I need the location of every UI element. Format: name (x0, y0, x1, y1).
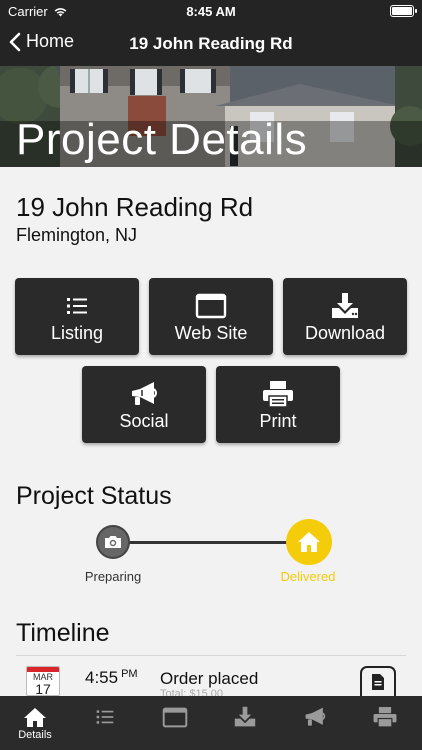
back-label: Home (26, 31, 75, 51)
tab-download[interactable] (210, 696, 280, 750)
listing-label: Listing (50, 323, 104, 343)
back-button[interactable]: Home (8, 31, 74, 52)
project-status-title: Project Status (16, 482, 172, 510)
hero-banner: Project Details (0, 66, 422, 167)
social-button[interactable]: Social (82, 366, 206, 443)
printer-icon (373, 707, 397, 728)
calendar-day: 17 (35, 681, 51, 696)
list-icon (67, 298, 87, 314)
divider (16, 655, 406, 656)
camera-icon (105, 536, 121, 548)
printer-icon (263, 381, 293, 408)
home-icon (24, 707, 46, 727)
step-label-delivered: Delivered (280, 569, 336, 584)
download-button[interactable]: Download (283, 278, 407, 355)
hero-title: Project Details (16, 115, 308, 164)
print-label: Print (259, 411, 297, 431)
tab-bar: Details (0, 696, 422, 750)
download-label: Download (304, 323, 386, 343)
listing-button[interactable]: Listing (15, 278, 139, 355)
status-bar: Carrier 8:45 AM (0, 0, 422, 22)
property-address: 19 John Reading Rd (16, 192, 254, 222)
download-icon (332, 293, 358, 318)
tab-details-label: Details (18, 729, 52, 741)
website-button[interactable]: Web Site (149, 278, 273, 355)
tab-details[interactable]: Details (0, 696, 70, 750)
status-tracker: Preparing Delivered (0, 510, 422, 590)
megaphone-icon (132, 382, 157, 405)
home-icon (298, 532, 320, 552)
timeline-title: Timeline (16, 619, 110, 647)
tab-listing[interactable] (70, 696, 140, 750)
timeline-time: 4:55 PM (85, 668, 138, 688)
social-label: Social (119, 411, 169, 431)
timeline-ampm: PM (121, 668, 138, 680)
step-label-preparing: Preparing (84, 569, 142, 584)
tab-website[interactable] (140, 696, 210, 750)
timeline-clock: 4:55 (85, 668, 119, 687)
battery-level (392, 7, 412, 15)
navigation-bar: Home 19 John Reading Rd (0, 22, 422, 66)
calendar-icon: MAR 17 (26, 666, 60, 696)
status-connector (113, 541, 309, 544)
property-city: Flemington, NJ (16, 225, 138, 245)
download-icon (234, 706, 256, 727)
website-label: Web Site (174, 323, 248, 343)
chevron-left-icon (9, 32, 21, 51)
list-icon (96, 710, 114, 724)
browser-icon (195, 293, 227, 319)
invoice-icon (372, 674, 384, 690)
status-step-preparing (96, 525, 130, 559)
tab-social[interactable] (280, 696, 350, 750)
tab-print[interactable] (350, 696, 420, 750)
battery-icon (390, 5, 417, 17)
print-button[interactable]: Print (216, 366, 340, 443)
browser-icon (162, 707, 188, 727)
clock: 8:45 AM (186, 4, 236, 19)
megaphone-icon (305, 707, 326, 726)
timeline-event: Order placed (160, 669, 259, 688)
document-icon[interactable] (360, 666, 396, 696)
status-step-delivered (286, 519, 332, 565)
